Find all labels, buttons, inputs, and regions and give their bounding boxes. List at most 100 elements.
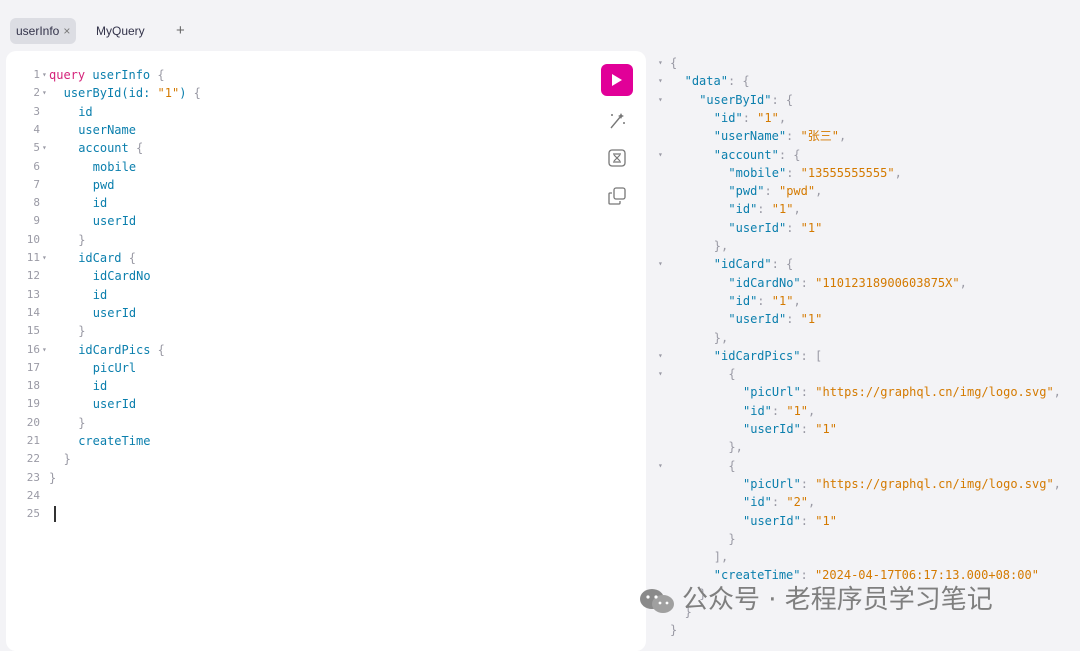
json-text: "userById": { (699, 92, 794, 107)
line-number: 17 (26, 360, 40, 374)
code-line: 17 picUrl (6, 359, 586, 377)
json-text: { (728, 367, 736, 382)
query-editor[interactable]: 1 ▾ query userInfo {2 ▾ userById(id: "1") {3… (6, 51, 646, 651)
line-number: 2 (33, 86, 40, 100)
fold-arrow-icon[interactable]: ▾ (658, 255, 663, 273)
code-line: 8 id (6, 194, 586, 212)
result-line: "id": "2", (650, 493, 1078, 511)
line-number: 23 (26, 470, 40, 484)
prettify-button[interactable] (606, 109, 628, 131)
line-number: 12 (26, 269, 40, 283)
json-text: "account": { (713, 147, 801, 162)
code-text: } (78, 415, 86, 430)
code-line: 24 (6, 487, 586, 505)
json-text: }, (713, 239, 729, 253)
wechat-icon (640, 588, 674, 613)
fold-arrow-icon[interactable]: ▾ (42, 341, 47, 359)
line-number: 11 (26, 251, 40, 264)
json-text: "picUrl": "https://graphql.cn/img/logo.s… (743, 476, 1061, 491)
result-line: "picUrl": "https://graphql.cn/img/logo.s… (650, 475, 1078, 493)
json-text: "pwd": "pwd", (728, 184, 823, 199)
tab-myquery[interactable]: MyQuery (90, 18, 151, 44)
code-line: 12 idCardNo (6, 267, 586, 285)
code-line: 19 userId (6, 395, 586, 413)
json-text: { (728, 458, 736, 473)
json-text: "idCardPics": [ (713, 348, 823, 363)
json-text: }, (728, 440, 743, 455)
result-line: }, (650, 237, 1078, 255)
line-number: 22 (26, 452, 40, 466)
result-line: ▾ "data": { (650, 72, 1078, 90)
tab-userinfo[interactable]: userInfo × (10, 18, 77, 44)
code-line: 20} (6, 414, 586, 432)
code-line: 2 ▾ userById(id: "1") { (6, 84, 586, 102)
json-text: ], (713, 550, 729, 565)
result-line: ], (650, 548, 1078, 566)
line-number: 20 (26, 415, 40, 429)
line-number: 16 (26, 342, 40, 356)
json-text: "data": { (684, 74, 750, 89)
fold-arrow-icon[interactable]: ▾ (658, 91, 663, 109)
close-icon[interactable]: × (63, 24, 70, 38)
fold-arrow-icon[interactable]: ▾ (658, 365, 663, 383)
merge-fragments-button[interactable] (606, 147, 628, 169)
line-number: 8 (33, 196, 40, 210)
result-line: "idCardNo": "11012318900603875X", (650, 274, 1078, 292)
result-line: "picUrl": "https://graphql.cn/img/logo.s… (650, 383, 1078, 401)
watermark: 公众号 · 老程序员学习笔记 (638, 580, 993, 620)
json-text: "idCardNo": "11012318900603875X", (728, 275, 967, 290)
json-text: "userId": "1" (743, 422, 837, 436)
copy-button[interactable] (606, 185, 628, 207)
code-line: 5 ▾ account { (6, 139, 586, 157)
code-text: } (78, 232, 86, 247)
code-line: 23} (6, 469, 586, 487)
code-line: 6 mobile (6, 158, 586, 176)
code-line: 25 (6, 505, 586, 523)
code-line: 9 userId (6, 212, 586, 230)
add-tab-button[interactable]: + (176, 18, 185, 44)
json-text: "picUrl": "https://graphql.cn/img/logo.s… (743, 385, 1061, 400)
code-text: } (49, 470, 57, 485)
result-line: ▾ "idCard": { (650, 255, 1078, 273)
text-cursor (54, 506, 56, 523)
json-text: "id": "2", (743, 495, 816, 510)
code-text: userId (92, 397, 137, 412)
code-text: picUrl (92, 360, 137, 375)
tab-label: userInfo (16, 24, 60, 38)
code-line: 13 id (6, 286, 586, 304)
line-number: 7 (33, 177, 40, 191)
fold-arrow-icon[interactable]: ▾ (658, 146, 663, 164)
result-line: "userName": "张三", (650, 127, 1078, 145)
run-button[interactable] (601, 64, 633, 96)
json-text: "id": "1", (743, 403, 816, 418)
code-text: id (92, 196, 108, 211)
copy-icon (608, 187, 626, 205)
code-text: id (92, 287, 108, 302)
code-text: } (63, 452, 71, 467)
code-line: 11 ▾ idCard { (6, 249, 586, 267)
fold-arrow-icon[interactable]: ▾ (658, 457, 663, 475)
code-text: } (78, 324, 86, 339)
code-text: mobile (92, 159, 137, 174)
result-line: "id": "1", (650, 200, 1078, 218)
result-line: }, (650, 438, 1078, 456)
fold-arrow-icon[interactable]: ▾ (658, 347, 663, 365)
json-text: "userId": "1" (728, 312, 823, 327)
line-number: 19 (26, 397, 40, 411)
result-line: "id": "1", (650, 109, 1078, 127)
fold-arrow-icon[interactable]: ▾ (42, 249, 47, 267)
result-line: "id": "1", (650, 402, 1078, 420)
line-number: 3 (33, 104, 40, 118)
result-line: "userId": "1" (650, 512, 1078, 530)
fold-arrow-icon[interactable]: ▾ (658, 54, 663, 72)
line-number: 14 (26, 305, 40, 319)
fold-arrow-icon[interactable]: ▾ (42, 139, 47, 157)
json-text: "userId": "1" (728, 220, 823, 235)
line-number: 24 (26, 488, 40, 502)
fold-arrow-icon[interactable]: ▾ (42, 66, 47, 84)
fold-arrow-icon[interactable]: ▾ (658, 72, 663, 90)
line-number: 18 (26, 379, 40, 393)
tab-label: MyQuery (96, 24, 145, 38)
result-line: ▾{ (650, 54, 1078, 72)
fold-arrow-icon[interactable]: ▾ (42, 84, 47, 102)
